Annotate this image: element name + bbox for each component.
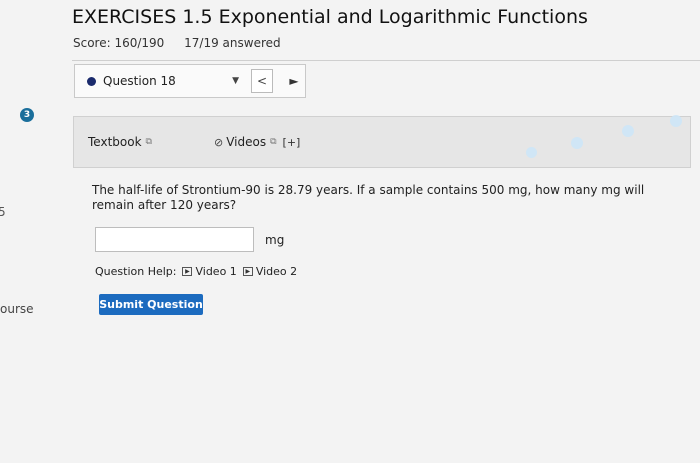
question-label: Question 18 [103, 74, 176, 88]
question-help: Question Help: ▶ Video 1 ▶ Video 2 [95, 265, 297, 278]
play-icon: ▶ [182, 267, 193, 276]
step-badge: 3 [20, 108, 34, 122]
question-status-dot [87, 76, 96, 86]
chevron-left-icon: < [256, 74, 268, 88]
previous-question-button[interactable]: < [251, 69, 273, 93]
answer-input[interactable] [95, 227, 254, 252]
chevron-down-icon: ▼ [232, 76, 239, 86]
textbook-label: Textbook [88, 135, 142, 149]
page-title: EXERCISES 1.5 Exponential and Logarithmi… [72, 6, 588, 28]
decorative-bubble [526, 147, 537, 158]
question-navigator: Question 18 ▼ < ► [74, 64, 306, 98]
question-text: The half-life of Strontium-90 is 28.79 y… [92, 183, 645, 212]
videos-link[interactable]: ⊘ Videos ⧉ [+] [214, 135, 300, 149]
score-text: Score: 160/190 [73, 36, 165, 50]
answered-count: 17/19 answered [184, 36, 281, 50]
external-link-icon: ⧉ [270, 137, 277, 147]
decorative-bubble [571, 137, 583, 149]
chevron-right-icon: ► [289, 74, 299, 88]
video-1-link[interactable]: ▶ Video 1 [182, 265, 237, 278]
question-dropdown[interactable]: Question 18 ▼ [75, 65, 243, 97]
unit-label: mg [265, 233, 285, 247]
score-line: Score: 160/190 17/19 answered [73, 36, 281, 50]
play-icon: ▶ [242, 267, 253, 276]
expand-videos-toggle[interactable]: [+] [283, 136, 301, 149]
resource-bar: Textbook ⧉ ⊘ Videos ⧉ [+] [73, 115, 691, 168]
paperclip-icon: ⊘ [214, 135, 224, 149]
course-link-fragment[interactable]: ourse [0, 302, 34, 316]
next-question-button[interactable]: ► [283, 69, 305, 93]
left-panel-fragment: 5 [0, 205, 6, 219]
header-divider [72, 60, 700, 61]
submit-question-button[interactable]: Submit Question [99, 294, 203, 315]
decorative-bubble [622, 125, 634, 137]
video-2-link[interactable]: ▶ Video 2 [242, 265, 298, 278]
external-link-icon: ⧉ [145, 137, 152, 147]
video-1-label: Video 1 [195, 265, 237, 278]
decorative-bubble [670, 115, 682, 127]
question-help-label: Question Help: [95, 265, 177, 278]
videos-label: Videos [226, 135, 267, 149]
textbook-link[interactable]: Textbook ⧉ [88, 135, 152, 149]
video-2-label: Video 2 [255, 265, 298, 278]
